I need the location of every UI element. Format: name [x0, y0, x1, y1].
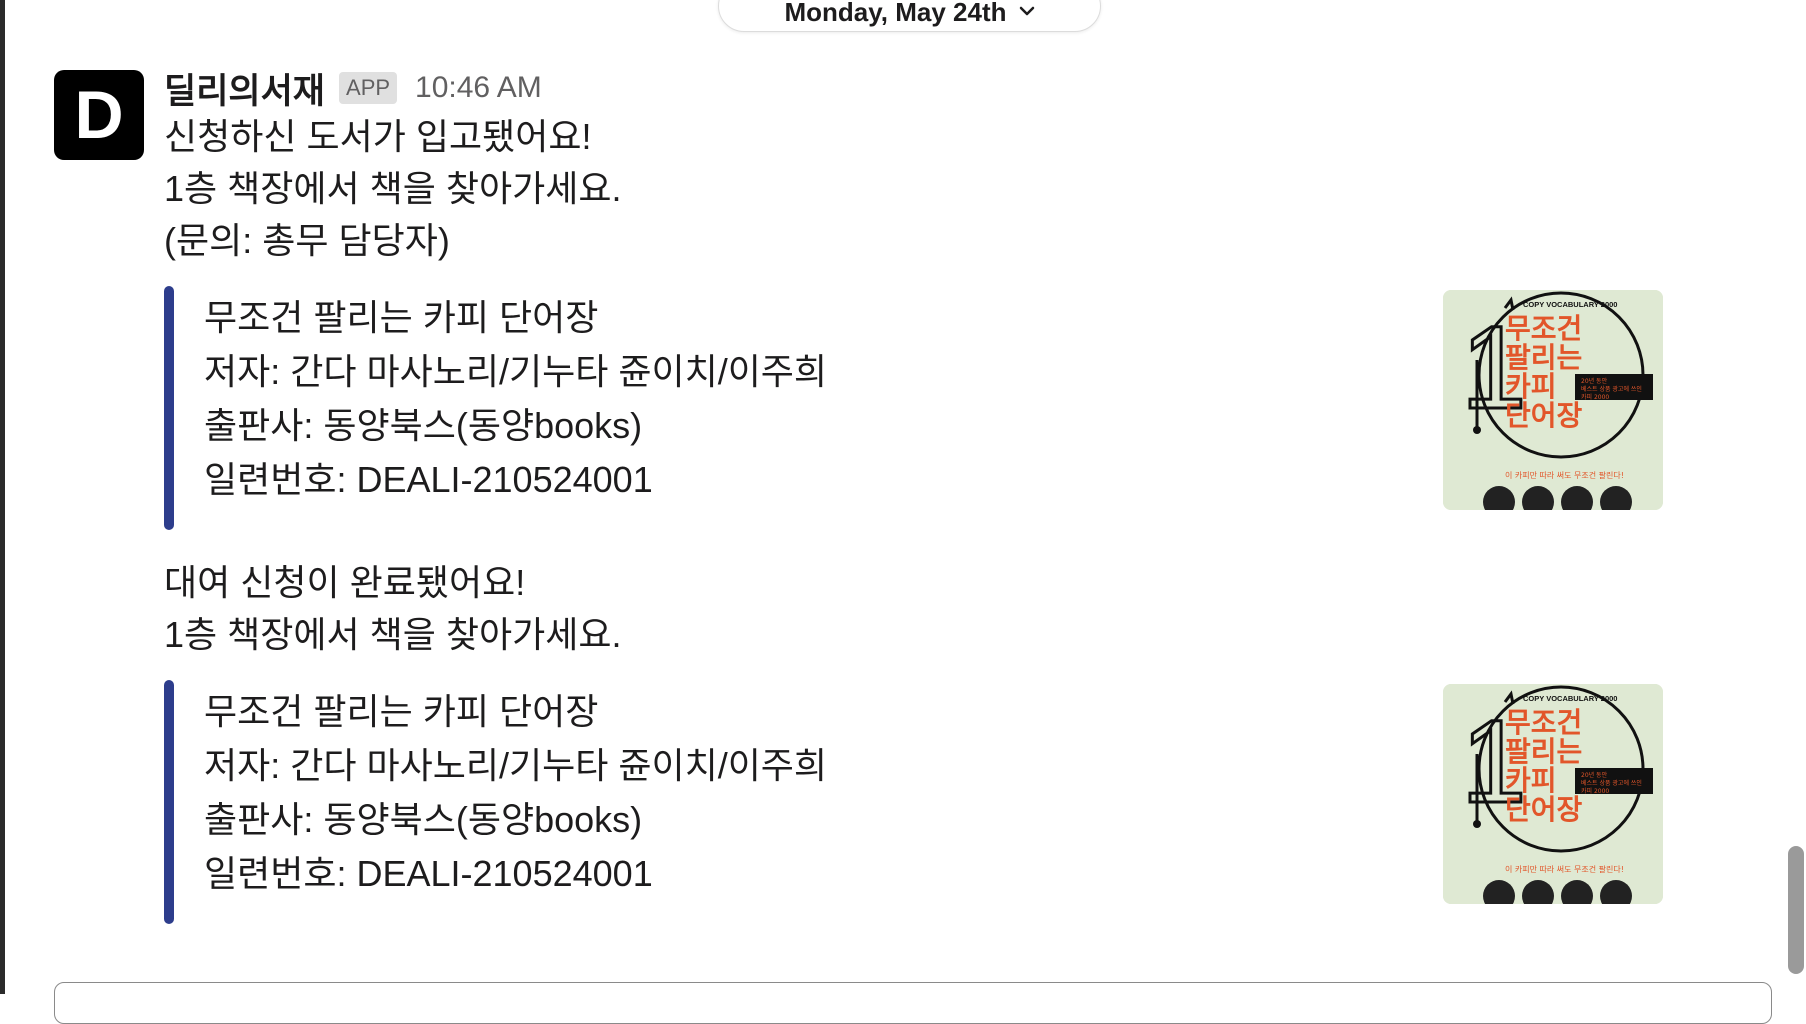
- attachment-accent-bar: [164, 286, 174, 530]
- message-header: 딜리의서재 APP 10:46 AM: [164, 66, 542, 111]
- book-cover-thumbnail[interactable]: 1 COPY VOCABULARY 2000 무조건 팔리는 카피 단어장 20…: [1443, 684, 1663, 904]
- cover-top-label: COPY VOCABULARY 2000: [1523, 300, 1617, 309]
- book-cover-thumbnail[interactable]: 1 COPY VOCABULARY 2000 무조건 팔리는 카피 단어장 20…: [1443, 290, 1663, 510]
- app-badge: APP: [339, 72, 398, 104]
- date-divider-label: Monday, May 24th: [784, 0, 1007, 27]
- cover-sub-line: 카피 2000: [1581, 787, 1609, 795]
- book-serial: 일련번호: DEALI-210524001: [204, 459, 653, 500]
- cover-bottom-tag: 이 카피만 따라 써도 무조건 팔린다!: [1505, 470, 1624, 480]
- cover-sub-line: 20년 동안: [1581, 377, 1608, 385]
- book-cover-image: 1 COPY VOCABULARY 2000 무조건 팔리는 카피 단어장 20…: [1443, 290, 1663, 510]
- message-line: 1층 책장에서 책을 찾아가세요.: [164, 168, 622, 209]
- cover-bottom-tag: 이 카피만 따라 써도 무조건 팔린다!: [1505, 864, 1624, 874]
- cover-title-line: 단어장: [1505, 793, 1583, 826]
- book-publisher: 출판사: 동양북스(동양books): [204, 405, 643, 446]
- book-publisher: 출판사: 동양북스(동양books): [204, 799, 643, 840]
- message-line: 대여 신청이 완료됐어요!: [164, 562, 526, 603]
- book-serial: 일련번호: DEALI-210524001: [204, 853, 653, 894]
- attachment-accent-bar: [164, 680, 174, 924]
- cover-top-label: COPY VOCABULARY 2000: [1523, 694, 1617, 703]
- message-line: 1층 책장에서 책을 찾아가세요.: [164, 614, 622, 655]
- scrollbar-thumb[interactable]: [1788, 846, 1804, 974]
- cover-sub-line: 20년 동안: [1581, 771, 1608, 779]
- cover-sub-line: 베스트 상품 광고에 쓰인: [1581, 385, 1642, 393]
- book-attachment: 무조건 팔리는 카피 단어장 저자: 간다 마사노리/기누타 쥰이치/이주희 출…: [164, 286, 1664, 532]
- window-left-edge: [0, 0, 5, 994]
- date-divider-button[interactable]: Monday, May 24th: [718, 0, 1101, 32]
- sender-name[interactable]: 딜리의서재: [164, 63, 325, 114]
- chevron-down-icon: [1019, 6, 1034, 16]
- book-cover-image: 1 COPY VOCABULARY 2000 무조건 팔리는 카피 단어장 20…: [1443, 684, 1663, 904]
- avatar-letter: D: [74, 77, 124, 153]
- app-avatar[interactable]: D: [54, 70, 144, 160]
- cover-sub-line: 베스트 상품 광고에 쓰인: [1581, 779, 1642, 787]
- message-line: (문의: 총무 담당자): [164, 220, 450, 261]
- book-title: 무조건 팔리는 카피 단어장: [204, 691, 599, 732]
- cover-sub-line: 카피 2000: [1581, 393, 1609, 401]
- message-composer[interactable]: [54, 982, 1772, 1024]
- message-timestamp[interactable]: 10:46 AM: [415, 71, 542, 105]
- book-attachment: 무조건 팔리는 카피 단어장 저자: 간다 마사노리/기누타 쥰이치/이주희 출…: [164, 680, 1664, 926]
- book-title: 무조건 팔리는 카피 단어장: [204, 297, 599, 338]
- cover-title-line: 단어장: [1505, 399, 1583, 432]
- scrollbar[interactable]: [1784, 0, 1806, 994]
- book-author: 저자: 간다 마사노리/기누타 쥰이치/이주희: [204, 351, 828, 392]
- book-author: 저자: 간다 마사노리/기누타 쥰이치/이주희: [204, 745, 828, 786]
- message-line: 신청하신 도서가 입고됐어요!: [164, 116, 592, 157]
